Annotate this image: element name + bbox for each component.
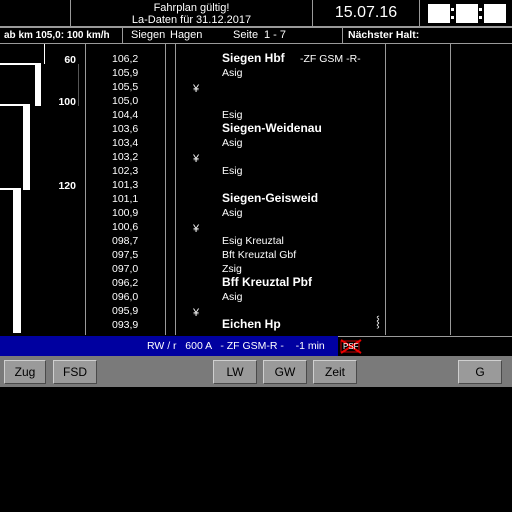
date-display: 15.07.16 — [334, 4, 398, 21]
km-value: 105,0 — [112, 95, 139, 107]
psf-label: PSF — [343, 342, 359, 351]
page-range: 1 - 7 — [264, 29, 287, 41]
clock-hours-digit — [428, 4, 450, 23]
zeit-button[interactable]: Zeit — [313, 360, 357, 384]
signal-location: Esig — [222, 109, 243, 121]
km-value: 106,2 — [112, 53, 139, 65]
timetable-area[interactable]: ⸾ — [0, 44, 512, 335]
speed-profile-guide-1 — [44, 44, 45, 64]
km-value: 103,4 — [112, 137, 139, 149]
signal-location: Bft Kreuztal Gbf — [222, 249, 297, 261]
signal-location: Esig — [222, 165, 243, 177]
km-value: 105,5 — [112, 81, 139, 93]
header-date-box: 15.07.16 — [312, 0, 420, 27]
column-divider-location — [385, 44, 386, 335]
km-value: 103,2 — [112, 151, 139, 163]
signal-marker-icon: ¥ — [193, 83, 200, 95]
zug-button[interactable]: Zug — [4, 360, 46, 384]
km-value: 100,9 — [112, 207, 139, 219]
speed-profile-segment-4 — [23, 106, 30, 190]
km-value: 102,3 — [112, 165, 139, 177]
speed-mark-100: 100 — [58, 96, 76, 108]
status-bar: RW / r 600 A - ZF GSM-R - -1 min — [0, 336, 338, 356]
route-from: Siegen — [131, 29, 166, 41]
km-value: 103,6 — [112, 123, 139, 135]
clock-separator-1b — [451, 16, 454, 19]
signal-location: Asig — [222, 207, 243, 219]
column-divider-yen — [175, 44, 176, 335]
clock-minutes-digit — [456, 4, 478, 23]
g-button[interactable]: G — [458, 360, 502, 384]
station-name: Siegen-Weidenau — [222, 121, 322, 135]
km-value: 097,0 — [112, 263, 139, 275]
km-value: 093,9 — [112, 319, 139, 331]
header-clock-box — [419, 0, 512, 27]
lw-button[interactable]: LW — [213, 360, 257, 384]
column-divider-speed — [85, 44, 86, 335]
signal-location: Zsig — [222, 263, 242, 275]
station-name: Eichen Hp — [222, 317, 281, 331]
speed-profile-segment-6 — [13, 190, 21, 333]
validity-line-2: La-Daten für 31.12.2017 — [131, 14, 252, 26]
row-note: -ZF GSM -R- — [300, 53, 361, 65]
speed-profile-segment-2 — [35, 63, 41, 106]
signal-marker-icon: ¥ — [193, 223, 200, 235]
next-stop-box: Nächster Halt: — [342, 27, 512, 44]
station-name: Siegen-Geisweid — [222, 191, 319, 205]
speed-profile-segment-1 — [0, 63, 36, 65]
signal-marker-icon: ¥ — [193, 307, 200, 319]
signal-marker-icon: ¥ — [193, 153, 200, 165]
km-value: 105,9 — [112, 67, 139, 79]
km-value: 096,0 — [112, 291, 139, 303]
route-to: Hagen — [170, 29, 203, 41]
psf-crossed-icon: PSF — [340, 338, 362, 355]
speed-info-text: ab km 105,0: 100 km/h — [4, 30, 110, 41]
station-name: Bff Kreuztal Pbf — [222, 275, 312, 289]
route-box: Siegen Hagen Seite 1 - 7 — [122, 27, 343, 44]
speed-info-box: ab km 105,0: 100 km/h — [0, 27, 123, 44]
km-value: 104,4 — [112, 109, 139, 121]
status-text: RW / r 600 A - ZF GSM-R - -1 min — [147, 340, 325, 352]
km-value: 096,2 — [112, 277, 139, 289]
page-label: Seite — [233, 29, 259, 41]
column-divider-right — [450, 44, 451, 335]
speed-mark-60: 60 — [64, 54, 76, 66]
page-continue-marker: ⸾ — [376, 316, 380, 328]
clock-seconds-digit — [484, 4, 506, 23]
validity-line-1: Fahrplan gültig! — [153, 2, 230, 14]
fsd-button[interactable]: FSD — [53, 360, 97, 384]
clock-separator-2 — [479, 8, 482, 11]
signal-location: Asig — [222, 137, 243, 149]
speed-profile-guide-2 — [78, 64, 79, 106]
header-validity-box: Fahrplan gültig! La-Daten für 31.12.2017 — [70, 0, 313, 27]
speed-mark-120: 120 — [58, 180, 76, 192]
header-left-box — [0, 0, 71, 27]
km-value: 095,9 — [112, 305, 139, 317]
clock-separator-2b — [479, 16, 482, 19]
signal-location: Asig — [222, 291, 243, 303]
km-value: 101,3 — [112, 179, 139, 191]
signal-location: Esig Kreuztal — [222, 235, 284, 247]
next-stop-label: Nächster Halt: — [348, 29, 420, 41]
km-value: 101,1 — [112, 193, 139, 205]
gw-button[interactable]: GW — [263, 360, 307, 384]
clock-separator-1 — [451, 8, 454, 11]
km-value: 100,6 — [112, 221, 139, 233]
status-icon-box: PSF — [338, 336, 512, 356]
signal-location: Asig — [222, 67, 243, 79]
km-value: 097,5 — [112, 249, 139, 261]
station-name: Siegen Hbf — [222, 51, 285, 65]
km-value: 098,7 — [112, 235, 139, 247]
